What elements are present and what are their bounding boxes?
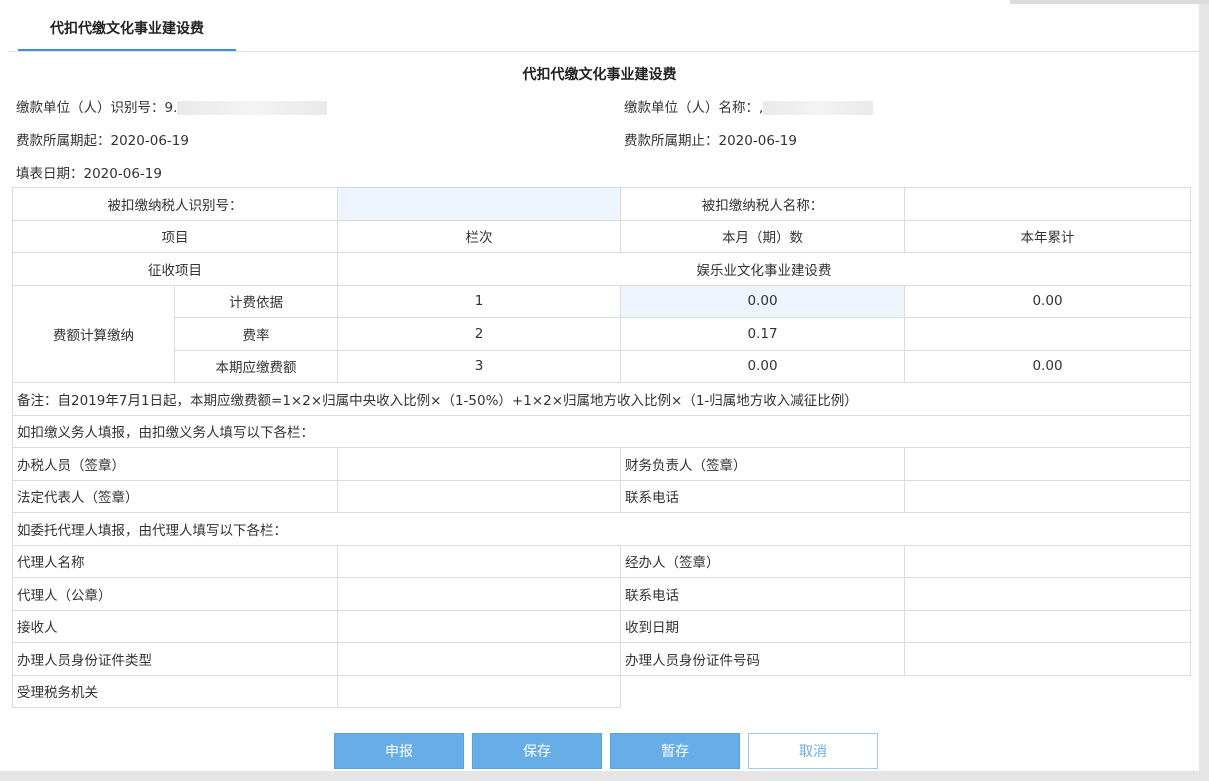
period-end-label: 费款所属期止： (624, 133, 719, 149)
handler-label: 经办人（签章） (620, 544, 905, 578)
fill-date-label: 填表日期： (16, 166, 84, 182)
phone-input[interactable] (904, 479, 1191, 513)
finance-head-label: 财务负责人（签章） (620, 447, 905, 481)
top-strip (1010, 0, 1209, 4)
fee-basis-year: 0.00 (904, 284, 1191, 318)
id-type-input[interactable] (337, 642, 621, 676)
handler-input[interactable] (904, 544, 1191, 578)
withheld-name-label: 被扣缴纳税人名称： (620, 187, 905, 221)
withheld-name-input[interactable] (904, 187, 1191, 221)
fill-date-value: 2020-06-19 (83, 166, 162, 182)
row-line: 1 (337, 284, 621, 318)
bottom-edge (0, 771, 1209, 781)
receiver-label: 接收人 (12, 609, 338, 643)
period-start-row: 费款所属期起：2020-06-19 (16, 129, 189, 149)
fee-rate-month: 0.17 (620, 317, 905, 351)
withholder-section-title: 如扣缴义务人填报，由扣缴义务人填写以下各栏： (12, 414, 1191, 448)
payable-month: 0.00 (620, 349, 905, 383)
payer-name-label: 缴款单位（人）名称： (624, 100, 759, 116)
tax-officer-label: 办税人员（签章） (12, 447, 338, 481)
form-title: 代扣代缴文化事业建设费 (522, 67, 677, 83)
agent-phone-label: 联系电话 (620, 577, 905, 611)
fee-basis-month-input[interactable]: 0.00 (620, 284, 905, 318)
agent-name-input[interactable] (337, 544, 621, 578)
tab-culture-fee[interactable]: 代扣代缴文化事业建设费 (18, 8, 236, 51)
legal-rep-label: 法定代表人（签章） (12, 479, 338, 513)
id-number-input[interactable] (904, 642, 1191, 676)
redacted-mask (763, 101, 874, 115)
col-header-item: 项目 (12, 219, 338, 253)
withheld-id-input[interactable] (337, 187, 621, 221)
levy-item-value: 娱乐业文化事业建设费 (337, 252, 1191, 286)
period-end-row: 费款所属期止：2020-06-19 (624, 129, 797, 149)
row-label: 费率 (174, 317, 338, 351)
agent-phone-input[interactable] (904, 577, 1191, 611)
withheld-id-label: 被扣缴纳税人识别号： (12, 187, 338, 221)
agent-seal-label: 代理人（公章） (12, 577, 338, 611)
cancel-button[interactable]: 取消 (748, 733, 878, 769)
col-header-line: 栏次 (337, 219, 621, 253)
save-button[interactable]: 保存 (472, 733, 602, 769)
finance-head-input[interactable] (904, 447, 1191, 481)
submit-button[interactable]: 申报 (334, 733, 464, 769)
payer-id-value: 9. (164, 100, 178, 116)
tax-authority-input[interactable] (337, 674, 621, 708)
period-start-label: 费款所属期起： (16, 133, 111, 149)
row-line: 2 (337, 317, 621, 351)
right-edge (1199, 0, 1209, 781)
payer-id-row: 缴款单位（人）识别号：9. (16, 96, 328, 116)
tax-officer-input[interactable] (337, 447, 621, 481)
fee-form-table: 被扣缴纳税人识别号： 被扣缴纳税人名称： 项目 栏次 本月（期）数 本年累计 征… (12, 187, 1191, 708)
row-label: 本期应缴费额 (174, 349, 338, 383)
calc-group-label: 费额计算缴纳 (12, 284, 175, 383)
col-header-year: 本年累计 (904, 219, 1191, 253)
empty-cell (621, 675, 1191, 708)
agent-seal-input[interactable] (337, 577, 621, 611)
period-end-value: 2020-06-19 (718, 133, 797, 149)
draft-button[interactable]: 暂存 (610, 733, 740, 769)
payable-year: 0.00 (904, 349, 1191, 383)
remark-note: 备注：自2019年7月1日起，本期应缴费额=1×2×归属中央收入比例×（1-50… (12, 382, 1191, 416)
tab-bar: 代扣代缴文化事业建设费 (8, 8, 1207, 52)
receiver-input[interactable] (337, 609, 621, 643)
legal-rep-input[interactable] (337, 479, 621, 513)
col-header-month: 本月（期）数 (620, 219, 905, 253)
fill-date-row: 填表日期：2020-06-19 (16, 162, 162, 182)
id-number-label: 办理人员身份证件号码 (620, 642, 905, 676)
fee-rate-year (904, 317, 1191, 351)
redacted-mask (177, 101, 328, 115)
tax-authority-label: 受理税务机关 (12, 674, 338, 708)
agent-section-title: 如委托代理人填报，由代理人填写以下各栏： (12, 512, 1191, 546)
row-line: 3 (337, 349, 621, 383)
id-type-label: 办理人员身份证件类型 (12, 642, 338, 676)
levy-item-label: 征收项目 (12, 252, 338, 286)
period-start-value: 2020-06-19 (110, 133, 189, 149)
receive-date-label: 收到日期 (620, 609, 905, 643)
payer-id-label: 缴款单位（人）识别号： (16, 100, 165, 116)
phone-label: 联系电话 (620, 479, 905, 513)
receive-date-input[interactable] (904, 609, 1191, 643)
payer-name-row: 缴款单位（人）名称：, (624, 96, 874, 116)
agent-name-label: 代理人名称 (12, 544, 338, 578)
row-label: 计费依据 (174, 284, 338, 318)
